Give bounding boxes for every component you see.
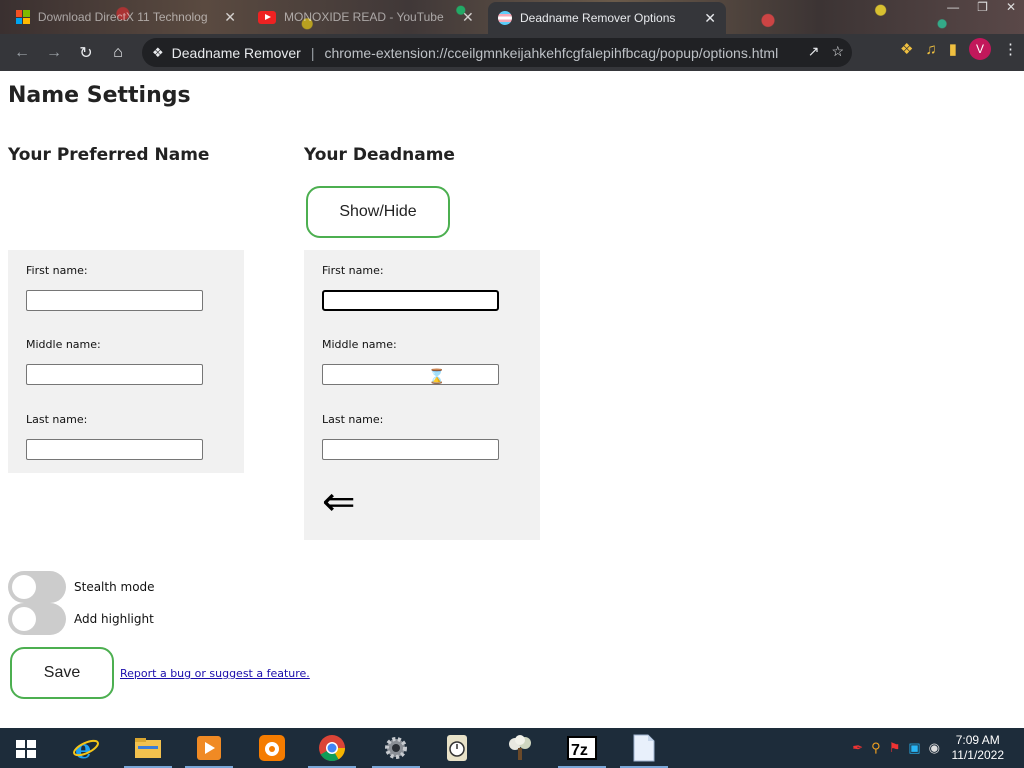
stealth-mode-label: Stealth mode [74,580,155,594]
toggle-knob [12,575,36,599]
close-icon[interactable]: ✕ [704,10,716,27]
notepad-icon[interactable] [620,732,668,768]
deadname-middle-label: Middle name: [322,338,397,351]
address-separator: | [310,44,315,61]
window-controls: — ❐ ✕ [947,0,1016,14]
windows-logo-icon [16,10,30,24]
extensions-icon[interactable]: ❖ [900,40,913,58]
7zip-icon[interactable]: 7z [558,732,606,768]
clock-time: 7:09 AM [955,733,1000,747]
forward-arrow-icon[interactable]: → [38,37,70,69]
preferred-middle-label: Middle name: [26,338,101,351]
windows-taskbar: e 7z ✒ ⚲ ⚑ ▣ ◉ 7:09 AM 11/1/2022 [0,728,1024,768]
preferred-first-name-input[interactable] [26,290,203,311]
menu-kebab-icon[interactable]: ⋮ [1003,40,1018,58]
preferred-last-name-input[interactable] [26,439,203,460]
stealth-mode-toggle[interactable] [8,571,66,603]
uc-browser-icon[interactable] [256,732,288,764]
tree-app-icon[interactable] [504,732,536,764]
file-explorer-icon[interactable] [124,732,172,768]
system-tray: ✒ ⚲ ⚑ ▣ ◉ [852,740,940,756]
maximize-icon[interactable]: ❐ [977,0,988,14]
browser-toolbar: ← → ↻ ⌂ ❖ Deadname Remover | chrome-exte… [0,34,1024,71]
tab-deadname-options[interactable]: Deadname Remover Options ✕ [488,2,726,34]
home-icon[interactable]: ⌂ [102,37,134,69]
deadname-first-label: First name: [322,264,384,277]
deadname-last-name-input[interactable] [322,439,499,460]
report-bug-link[interactable]: Report a bug or suggest a feature. [120,667,310,680]
tab-title: Download DirectX 11 Technolog [37,10,208,24]
tab-title: MONOXIDE READ - YouTube [284,10,444,24]
share-icon[interactable]: ↗ [808,43,820,60]
address-extension-name: Deadname Remover [171,44,301,61]
volume-icon[interactable]: ◉ [929,740,940,756]
preferred-first-label: First name: [26,264,88,277]
close-icon[interactable]: ✕ [462,9,474,26]
address-bar[interactable]: ❖ Deadname Remover | chrome-extension://… [142,38,852,67]
bookmark-star-icon[interactable]: ☆ [831,43,844,60]
show-hide-button[interactable]: Show/Hide [306,186,450,238]
side-panel-icon[interactable]: ▮ [949,40,957,58]
preferred-middle-name-input[interactable] [26,364,203,385]
chrome-icon[interactable] [308,732,356,768]
tab-youtube[interactable]: MONOXIDE READ - YouTube ✕ [248,2,484,32]
preferred-name-heading: Your Preferred Name [8,145,210,165]
back-arrow-icon[interactable]: ⇐ [322,482,356,522]
close-icon[interactable]: ✕ [224,9,236,26]
timer-app-icon[interactable] [441,732,473,764]
close-window-icon[interactable]: ✕ [1006,0,1016,14]
browser-tab-strip: Download DirectX 11 Technolog ✕ MONOXIDE… [0,0,1024,34]
clock-date: 11/1/2022 [951,748,1005,762]
text-cursor-icon: ⌛ [428,369,446,385]
tab-directx[interactable]: Download DirectX 11 Technolog ✕ [6,2,246,32]
deadname-last-label: Last name: [322,413,384,426]
options-page: Name Settings Your Preferred Name Your D… [0,71,1024,728]
svg-text:7z: 7z [571,742,588,759]
add-highlight-label: Add highlight [74,612,154,626]
pen-icon[interactable]: ✒ [852,740,863,756]
stealth-mode-row: Stealth mode [8,571,155,603]
preferred-last-label: Last name: [26,413,88,426]
extension-puzzle-icon: ❖ [152,44,164,60]
toggle-knob [12,607,36,631]
address-url: chrome-extension://cceilgmnkeijahkehfcgf… [324,44,779,61]
deadname-middle-name-input[interactable] [322,364,499,385]
flag-icon[interactable]: ⚑ [889,740,901,756]
media-player-icon[interactable] [185,732,233,768]
network-monitor-icon[interactable]: ▣ [908,740,920,756]
back-arrow-icon[interactable]: ← [6,37,38,69]
save-button[interactable]: Save [10,647,114,699]
search-key-icon[interactable]: ⚲ [871,740,881,756]
media-control-icon[interactable]: ♫ [925,41,936,58]
deadname-first-name-input[interactable] [322,290,499,311]
windows-start-icon[interactable] [16,740,36,758]
page-title: Name Settings [8,83,191,108]
trans-flag-icon [498,11,512,25]
profile-avatar[interactable]: V [969,38,991,60]
youtube-icon [258,10,276,24]
toolbar-actions: ❖ ♫ ▮ V ⋮ [900,38,1018,60]
reload-icon[interactable]: ↻ [70,37,102,69]
add-highlight-toggle[interactable] [8,603,66,635]
preferred-name-panel: First name: Middle name: Last name: [8,250,244,473]
deadname-heading: Your Deadname [304,145,455,165]
minimize-icon[interactable]: — [947,0,959,14]
deadname-panel: First name: Middle name: Last name: ⇐ [304,250,540,540]
internet-explorer-icon[interactable]: e [70,732,102,764]
taskbar-clock[interactable]: 7:09 AM 11/1/2022 [952,733,1005,763]
tab-title: Deadname Remover Options [520,11,676,25]
add-highlight-row: Add highlight [8,603,154,635]
settings-gear-icon[interactable] [372,732,420,768]
